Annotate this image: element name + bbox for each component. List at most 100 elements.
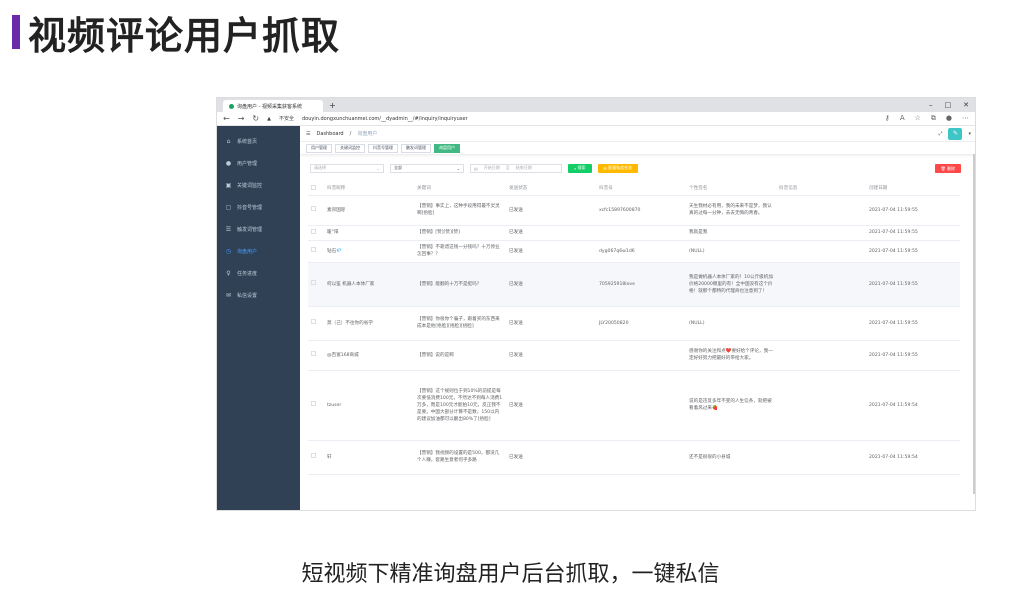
cell-date: 2021-07-04 11:59:55 — [866, 340, 960, 371]
tag-triggers[interactable]: 触发词管理 — [401, 143, 431, 153]
cell-keyword: 【营销】你很你个骗子，跟着买的东西来成本是他[捂脸][捂脸][捂脸] — [414, 306, 506, 341]
checkbox[interactable] — [311, 228, 316, 234]
status-select-placeholder: 请选择 — [314, 165, 326, 170]
checkbox[interactable] — [311, 206, 316, 211]
url-field[interactable]: douyin.dongxunchuanmei.com/__dyadmin__/#… — [302, 116, 877, 122]
back-icon[interactable]: ← — [223, 114, 230, 123]
table-row[interactable]: 莫（己）不往你的省学 【营销】你很你个骗子，跟着买的东西来成本是他[捂脸][捂脸]… — [308, 306, 960, 341]
collections-icon[interactable]: ⧉ — [931, 114, 936, 123]
filter-bar: 请选择 ⌄ 全部 ⌄ ▤ 开始日期 至 结束日期 ⌕ 搜索 ✉ 批量私信任务 — [300, 159, 975, 177]
cell-signature: (NULL) — [686, 240, 776, 263]
forward-icon[interactable]: → — [238, 114, 245, 123]
clock-icon: ◷ — [225, 247, 232, 255]
date-end: 结束日期 — [515, 165, 532, 170]
account-icon: ▢ — [225, 203, 232, 211]
cell-keyword: 【营销】说的是啊 — [414, 340, 506, 371]
table-row[interactable]: 暖°阳 【营销】[赞][赞][赞] 已发送 我就是我 2021-07-04 11:59:… — [308, 225, 960, 241]
minimize-icon[interactable]: – — [929, 101, 933, 109]
cell-nickname: 何以笙 机器人本体厂家 — [324, 262, 414, 307]
batch-message-button[interactable]: ✉ 批量私信任务 — [597, 163, 639, 173]
row-checkbox-cell — [308, 195, 324, 226]
checkbox[interactable] — [311, 184, 316, 190]
cell-nickname: 暖°阳 — [324, 225, 414, 241]
tag-accounts[interactable]: 抖音号管理 — [368, 143, 398, 153]
table-row[interactable]: 轩【营销】我视频的设置的是500，都没几个人赚，套路生意者何乎多路 已发送 还不是很… — [308, 440, 960, 475]
row-checkbox-cell — [308, 340, 324, 371]
search-button[interactable]: ⌕ 搜索 — [568, 163, 592, 173]
cell-nickname: 轩 — [324, 440, 414, 475]
close-icon[interactable]: ✕ — [963, 101, 969, 109]
cell-info — [776, 240, 866, 263]
avatar[interactable]: ✎ — [948, 127, 963, 140]
more-icon[interactable]: ⋯ — [962, 114, 969, 123]
browser-actions: ⚷ A ☆ ⧉ ● ⋯ — [885, 114, 969, 123]
navbar: ☰ Dashboard / 询盘用户 ⤢ ✎ ▾ — [300, 126, 975, 142]
table-row[interactable]: 素卯国际 【营销】事实上，这种手段用得最不灵灵啊[捂脸] 已发送 xcfc158976… — [308, 195, 960, 226]
caret-down-icon[interactable]: ▾ — [968, 131, 971, 137]
checkbox[interactable] — [311, 280, 316, 285]
type-select[interactable]: 全部 ⌄ — [390, 163, 464, 173]
breadcrumb-home[interactable]: Dashboard — [316, 131, 343, 137]
cell-keyword: 【营销】能翻的十万不是挺吗？ — [414, 262, 506, 307]
sidebar-item-tasks[interactable]: ♀ 任务进度 — [217, 262, 300, 284]
cell-info — [776, 306, 866, 341]
sidebar-item-accounts[interactable]: ▢ 抖音号管理 — [217, 196, 300, 218]
select-all-checkbox[interactable] — [308, 182, 324, 196]
table-row[interactable]: 何以笙 机器人本体厂家 【营销】能翻的十万不是挺吗？ 已发送 705925918lov… — [308, 262, 960, 307]
sidebar-item-triggers[interactable]: ☰ 触发词管理 — [217, 218, 300, 240]
reading-icon[interactable]: A — [900, 114, 905, 123]
hamburger-icon[interactable]: ☰ — [306, 131, 310, 137]
cell-signature: 还不是很很的小县城 — [686, 440, 776, 475]
cell-keyword: 【营销】这个规则位于到10%的前提是每次要低消费100元，不然达不到每人消费1万… — [414, 370, 506, 441]
tag-keywords[interactable]: 关键词监控 — [335, 143, 365, 153]
fullscreen-icon[interactable]: ⤢ — [938, 131, 942, 137]
batch-button-label: 批量私信任务 — [608, 165, 633, 170]
browser-tab[interactable]: 询盘用户 - 视频采集获客系统 — [223, 100, 323, 112]
table-row[interactable]: tzuser 【营销】这个规则位于到10%的前提是每次要低消费100元，不然达不到… — [308, 370, 960, 441]
profile-icon[interactable]: ● — [946, 114, 952, 123]
sidebar-item-home[interactable]: ⌂ 系统首页 — [217, 130, 300, 152]
cell-nickname: 素卯国际 — [324, 195, 414, 226]
checkbox[interactable] — [311, 453, 316, 458]
favorite-icon[interactable]: ☆ — [915, 114, 921, 123]
cell-info — [776, 195, 866, 226]
col-info: 抖音信息 — [776, 182, 866, 196]
type-select-value: 全部 — [394, 165, 402, 170]
key-icon[interactable]: ⚷ — [885, 114, 890, 123]
breadcrumb-current: 询盘用户 — [357, 131, 378, 137]
sidebar-item-inquiry[interactable]: ◷ 询盘用户 — [217, 240, 300, 262]
checkbox[interactable] — [311, 401, 316, 406]
table-row[interactable]: @百富168商城 【营销】说的是啊 已发送 感谢你的关注和点❤️要好给个评论，我一定好… — [308, 340, 960, 371]
cell-info — [776, 262, 866, 307]
cell-status: 已发送 — [506, 370, 596, 441]
sidebar-item-messages[interactable]: ✉ 私信设置 — [217, 284, 300, 306]
col-keyword: 关键词 — [414, 182, 506, 196]
delete-button[interactable]: 🗑 删除 — [934, 164, 961, 173]
window-controls: – □ ✕ — [929, 101, 975, 109]
delete-button-label: 删除 — [947, 165, 955, 171]
cell-info — [776, 440, 866, 475]
checkbox[interactable] — [311, 247, 316, 252]
calendar-icon: ▤ — [474, 165, 478, 171]
table-row[interactable]: 钻石💎 【营销】不靠谱这钱一分钱吗？十万停业怎回事？？ 已发送 dyg067q6w1d… — [308, 240, 960, 263]
cell-nickname: tzuser — [324, 370, 414, 441]
tag-inquiry[interactable]: 询盘用户 — [434, 143, 460, 153]
reload-icon[interactable]: ↻ — [252, 114, 259, 123]
cell-status: 已发送 — [506, 340, 596, 371]
cell-nickname: 莫（己）不往你的省学 — [324, 306, 414, 341]
maximize-icon[interactable]: □ — [945, 101, 952, 109]
title-accent-bar — [12, 15, 20, 49]
tag-users[interactable]: 用户管理 — [306, 143, 332, 153]
checkbox[interactable] — [311, 319, 316, 324]
sidebar: ⌂ 系统首页 ● 用户管理 ▣ 关键词监控 ▢ 抖音号管理 ☰ 触发词管理 ◷ 询盘用户 ♀… — [217, 126, 300, 510]
date-start: 开始日期 — [483, 165, 500, 170]
security-label: 不安全 — [278, 116, 294, 122]
date-range-picker[interactable]: ▤ 开始日期 至 结束日期 — [470, 163, 562, 173]
status-select[interactable]: 请选择 ⌄ — [310, 163, 384, 173]
sidebar-item-users[interactable]: ● 用户管理 — [217, 152, 300, 174]
new-tab-icon[interactable]: + — [329, 101, 336, 110]
sidebar-item-keywords[interactable]: ▣ 关键词监控 — [217, 174, 300, 196]
sidebar-item-label: 触发词管理 — [237, 226, 263, 233]
checkbox[interactable] — [311, 351, 316, 356]
scrollbar[interactable] — [973, 154, 975, 494]
